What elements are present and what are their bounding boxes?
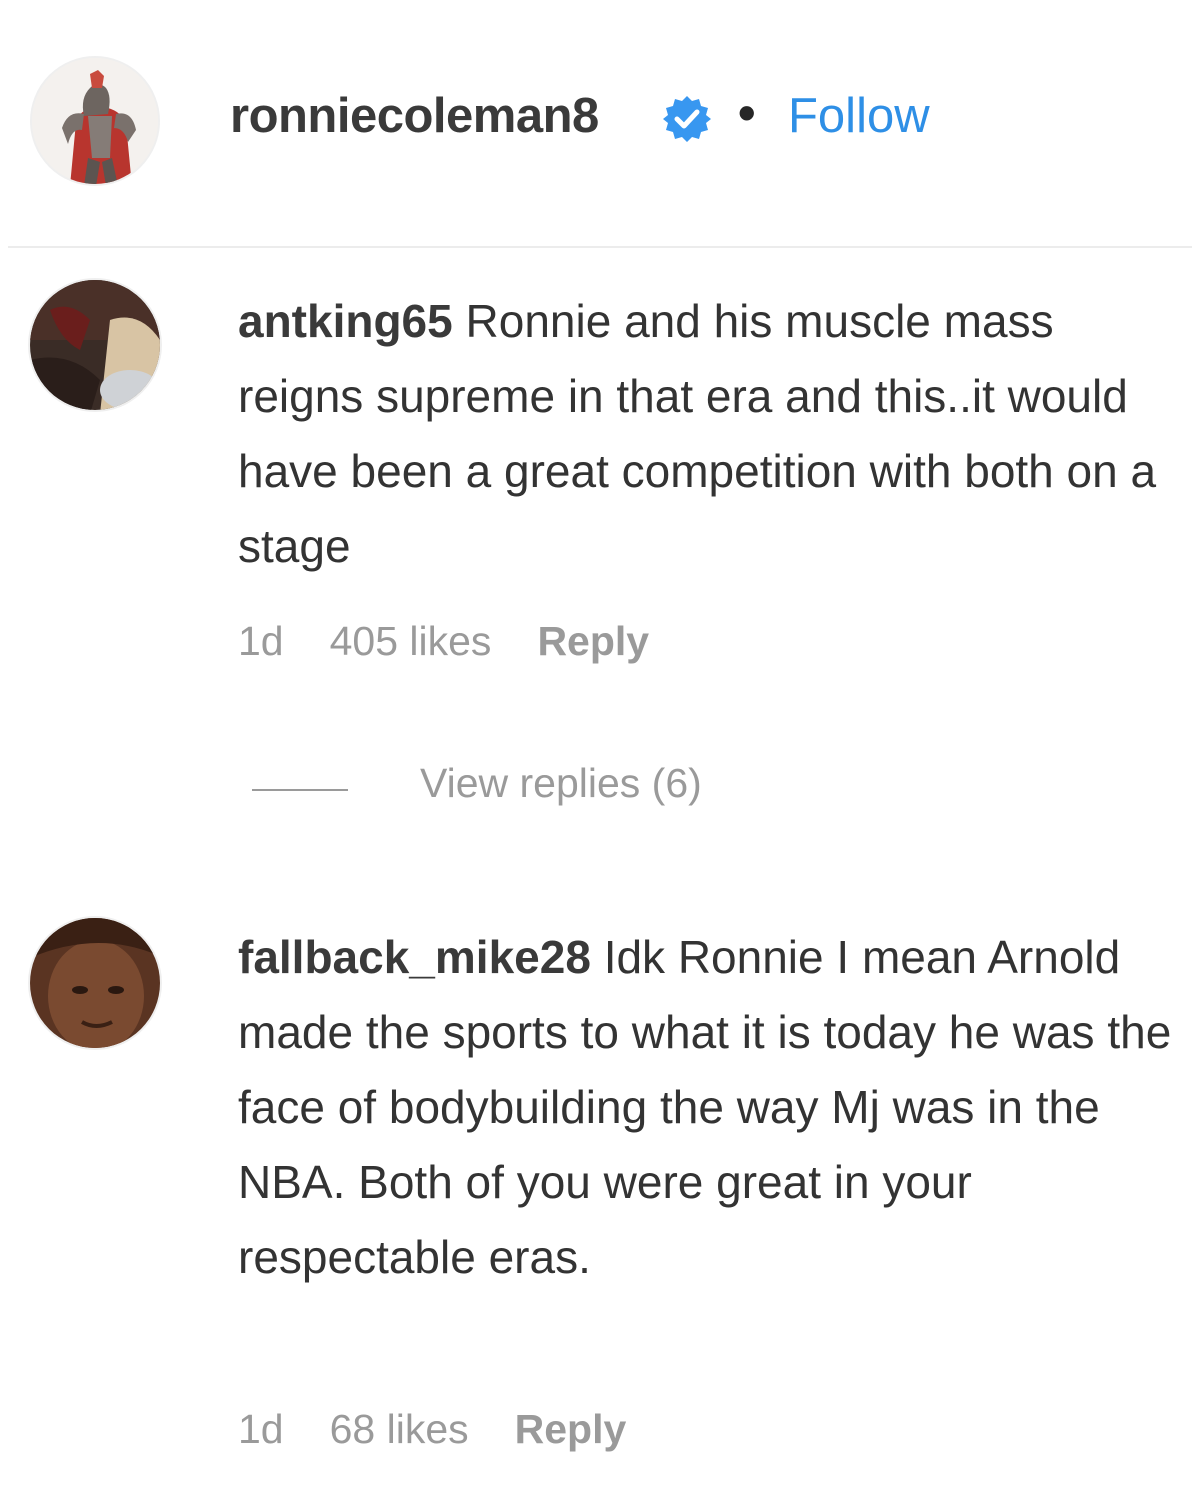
user-photo-avatar-image [30,280,160,410]
reply-button[interactable]: Reply [537,618,649,665]
post-header: ronniecoleman8 • Follow [0,0,1200,248]
separator-dot: • [738,85,756,141]
post-username[interactable]: ronniecoleman8 [230,88,599,144]
reply-button[interactable]: Reply [515,1406,627,1453]
commenter-avatar[interactable] [28,278,162,412]
comment-time: 1d [238,1406,284,1452]
comment-author[interactable]: fallback_mike28 [238,931,591,983]
comment-author[interactable]: antking65 [238,295,453,347]
view-replies-line [252,789,348,791]
profile-avatar[interactable] [30,56,160,186]
comment-likes[interactable]: 405 likes [330,618,492,665]
commenter-avatar[interactable] [28,916,162,1050]
comment-time: 1d [238,618,284,664]
comment-message: Idk Ronnie I mean Arnold made the sports… [238,931,1172,1283]
comment-meta: 1d 405 likes Reply [238,618,695,665]
verified-badge-icon [663,96,711,142]
view-replies-label: View replies (6) [420,760,702,806]
comment-text: antking65 Ronnie and his muscle mass rei… [238,284,1178,584]
comment-likes[interactable]: 68 likes [330,1406,469,1453]
user-photo-avatar-image [30,918,160,1048]
header-divider [8,246,1192,248]
follow-button[interactable]: Follow [788,88,930,144]
comment-meta: 1d 68 likes Reply [238,1406,672,1453]
comment-text: fallback_mike28 Idk Ronnie I mean Arnold… [238,920,1178,1295]
statue-avatar-image [32,58,158,184]
